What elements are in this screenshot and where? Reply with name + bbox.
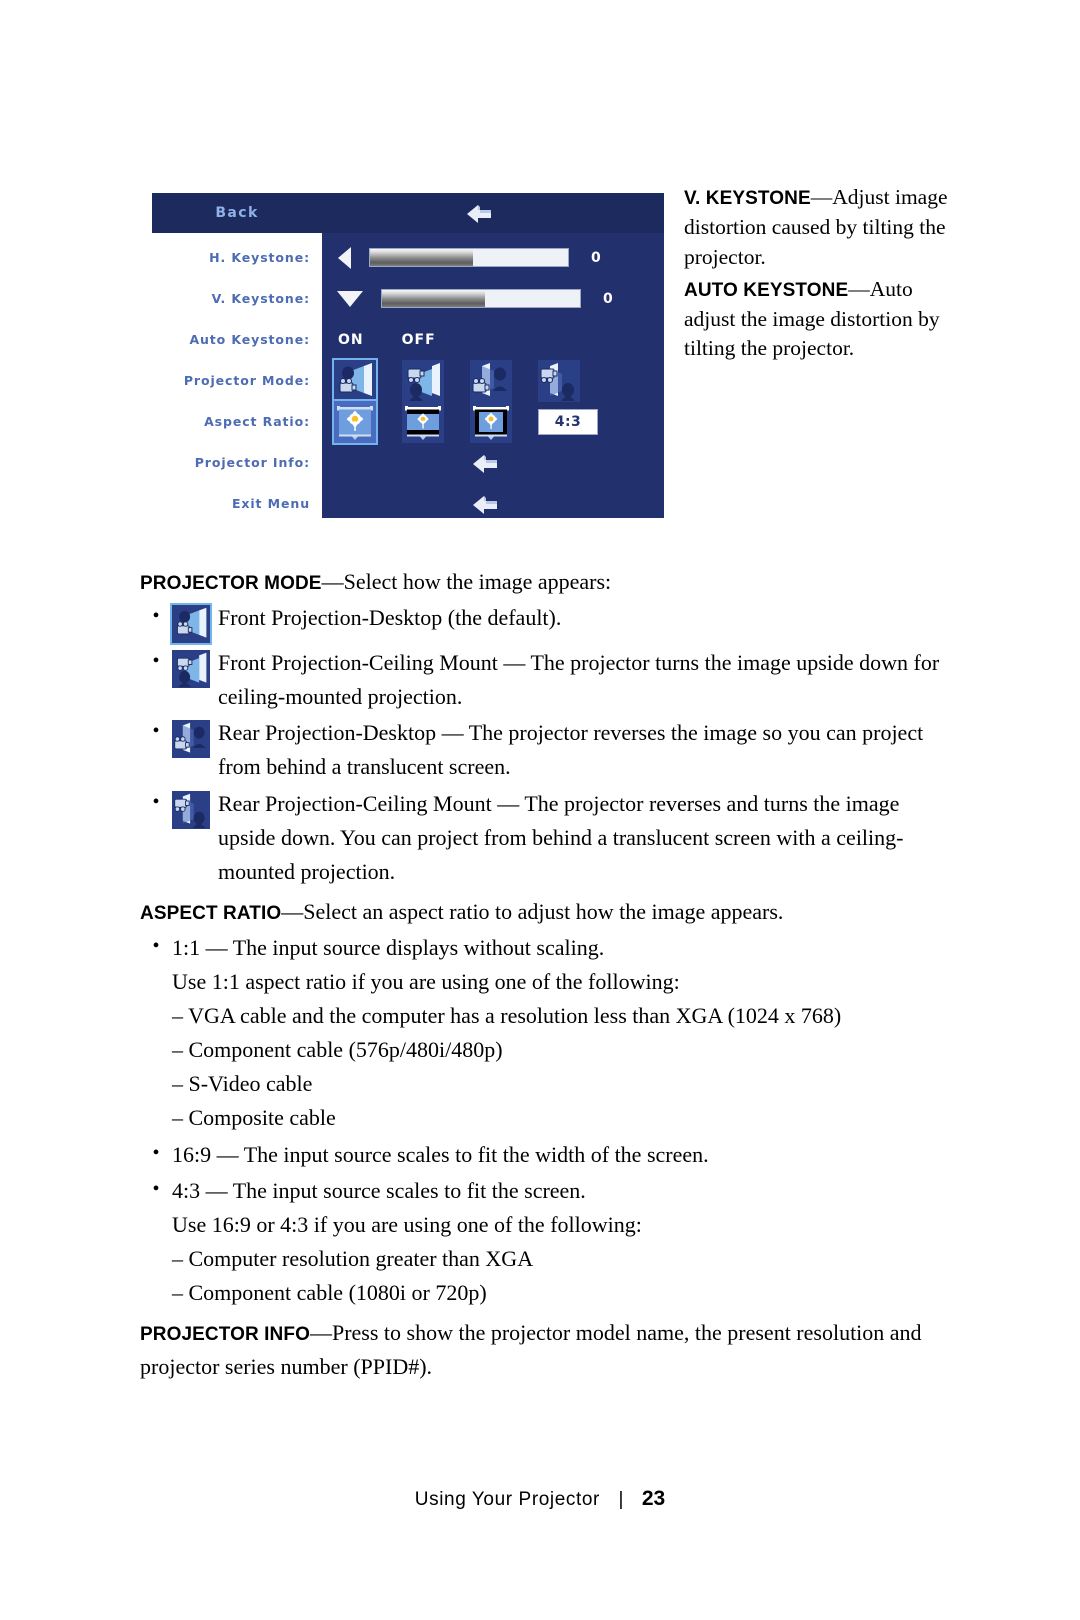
osd-menu: Back H. Keystone: V. Keystone: Auto Keys… xyxy=(152,193,664,518)
auto-keystone-on-label[interactable]: ON xyxy=(338,332,364,348)
bullet-marker: • xyxy=(152,790,160,813)
osd-row-aspect-ratio: 4:3 xyxy=(322,398,664,445)
rear-desktop-icon[interactable] xyxy=(470,359,512,402)
manual-page: Back H. Keystone: V. Keystone: Auto Keys… xyxy=(0,0,1080,1620)
ratio-169-43-item: – Component cable (1080i or 720p) xyxy=(172,1279,487,1305)
ratio-1-1-icon[interactable] xyxy=(332,398,378,445)
list-item-text: 16:9 — The input source scales to fit th… xyxy=(172,1141,709,1167)
ratio-169-43-use-note: Use 16:9 or 4:3 if you are using one of … xyxy=(172,1211,642,1237)
osd-body: H. Keystone: V. Keystone: Auto Keystone:… xyxy=(152,233,664,518)
list-item-text: Rear Projection-Desktop — The projector … xyxy=(218,720,924,780)
front-ceiling-icon[interactable] xyxy=(402,359,444,402)
aspect-ratio-options: 4:3 xyxy=(332,398,598,445)
osd-row-projector-mode xyxy=(322,357,664,404)
aspect-ratio-intro: —Select an aspect ratio to adjust how th… xyxy=(281,898,784,924)
aspect-ratio-value[interactable]: 4:3 xyxy=(538,408,598,435)
osd-control-column: 0 0 ON OFF 4:3 xyxy=(322,233,664,518)
osd-label-projector-info: Projector Info: xyxy=(194,455,310,470)
projector-mode-paragraph: PROJECTOR MODE—Select how the image appe… xyxy=(140,565,940,599)
bullet-marker: • xyxy=(152,1141,160,1164)
auto-keystone-toggle[interactable]: ON OFF xyxy=(338,332,436,348)
exit-menu-return-arrow-icon[interactable] xyxy=(470,493,500,515)
ratio-4-3-icon[interactable] xyxy=(470,400,512,443)
projector-info-paragraph: PROJECTOR INFO—Press to show the project… xyxy=(140,1316,940,1384)
rear-ceiling-icon xyxy=(172,787,218,889)
auto-keystone-description: AUTO KEYSTONE—Auto adjust the image dist… xyxy=(684,275,964,365)
list-item: • Front Projection-Desktop (the default)… xyxy=(140,601,940,646)
osd-header: Back xyxy=(152,193,664,233)
list-item: • 1:1 — The input source displays withou… xyxy=(140,931,940,965)
down-arrow-icon[interactable] xyxy=(337,290,363,307)
list-item-text: Front Projection-Ceiling Mount — The pro… xyxy=(218,650,940,710)
list-item-text: 4:3 — The input source scales to fit the… xyxy=(172,1177,586,1203)
ratio-1-1-item: – VGA cable and the computer has a resol… xyxy=(172,1003,842,1029)
osd-label-auto-keystone: Auto Keystone: xyxy=(189,332,310,347)
h-keystone-slider-fill xyxy=(370,249,473,266)
osd-label-aspect-ratio: Aspect Ratio: xyxy=(204,414,310,429)
osd-back-label[interactable]: Back xyxy=(152,205,322,221)
bullet-marker: • xyxy=(152,934,160,957)
ratio-1-1-item: – Composite cable xyxy=(172,1105,336,1131)
front-ceiling-icon xyxy=(172,646,218,714)
osd-label-exit-menu[interactable]: Exit Menu xyxy=(152,483,322,524)
bullet-marker: • xyxy=(152,605,160,628)
list-item: • Rear Projection-Ceiling Mount — The pr… xyxy=(140,787,940,889)
page-number: 23 xyxy=(641,1487,666,1510)
osd-row-h-keystone: 0 xyxy=(322,237,664,278)
osd-row-projector-info xyxy=(322,442,664,483)
return-arrow-icon[interactable] xyxy=(464,202,494,224)
h-keystone-slider[interactable] xyxy=(369,248,569,267)
ratio-1-1-use-note: Use 1:1 aspect ratio if you are using on… xyxy=(172,969,680,995)
osd-label-column: H. Keystone: V. Keystone: Auto Keystone:… xyxy=(152,233,322,518)
list-item-text: Rear Projection-Ceiling Mount — The proj… xyxy=(218,790,904,884)
bullet-marker: • xyxy=(152,1177,160,1200)
footer-section-label: Using Your Projector xyxy=(414,1489,600,1510)
v-keystone-term: V. KEYSTONE xyxy=(684,188,811,209)
ratio-16-9-icon[interactable] xyxy=(402,400,444,443)
left-arrow-icon[interactable] xyxy=(338,246,351,269)
ratio-1-1-item: – S-Video cable xyxy=(172,1071,313,1097)
front-desktop-icon xyxy=(170,601,218,646)
ratio-1-1-item: – Component cable (576p/480i/480p) xyxy=(172,1037,503,1063)
projector-mode-options xyxy=(332,357,580,404)
footer-separator: | xyxy=(618,1489,624,1510)
osd-label-projector-mode: Projector Mode: xyxy=(183,373,310,388)
osd-row-auto-keystone: ON OFF xyxy=(322,319,664,360)
list-item-text: Front Projection-Desktop (the default). xyxy=(218,605,562,631)
ratio-169-43-item: – Computer resolution greater than XGA xyxy=(172,1245,534,1271)
osd-label-v-keystone: V. Keystone: xyxy=(211,291,310,306)
rear-desktop-icon xyxy=(172,716,218,784)
side-text-column: V. KEYSTONE—Adjust image distortion caus… xyxy=(684,183,964,366)
v-keystone-value: 0 xyxy=(603,290,613,307)
list-item: • Rear Projection-Desktop — The projecto… xyxy=(140,716,940,784)
page-footer: Using Your Projector | 23 xyxy=(0,1487,1080,1511)
front-desktop-icon[interactable] xyxy=(332,357,378,404)
osd-label-h-keystone: H. Keystone: xyxy=(209,250,310,265)
projector-mode-intro: —Select how the image appears: xyxy=(321,569,612,594)
h-keystone-value: 0 xyxy=(591,249,601,266)
list-item-text: 1:1 — The input source displays without … xyxy=(172,934,605,960)
v-keystone-slider-fill xyxy=(382,290,485,307)
bullet-marker: • xyxy=(152,720,160,743)
list-item: • 4:3 — The input source scales to fit t… xyxy=(140,1174,940,1208)
auto-keystone-term: AUTO KEYSTONE xyxy=(684,279,849,301)
list-item: • Front Projection-Ceiling Mount — The p… xyxy=(140,646,940,714)
projector-info-return-arrow-icon[interactable] xyxy=(470,452,500,474)
v-keystone-slider[interactable] xyxy=(381,289,581,308)
main-body-text: PROJECTOR MODE—Select how the image appe… xyxy=(140,565,940,1384)
osd-row-exit-menu xyxy=(322,483,664,524)
projector-mode-term: PROJECTOR MODE xyxy=(140,573,322,594)
bullet-marker: • xyxy=(152,650,160,673)
aspect-ratio-paragraph: ASPECT RATIO—Select an aspect ratio to a… xyxy=(140,895,940,929)
osd-row-v-keystone: 0 xyxy=(322,278,664,319)
list-item: • 16:9 — The input source scales to fit … xyxy=(140,1138,940,1172)
rear-ceiling-icon[interactable] xyxy=(538,359,580,402)
auto-keystone-off-label[interactable]: OFF xyxy=(402,332,436,348)
projector-info-term: PROJECTOR INFO xyxy=(140,1323,310,1345)
aspect-ratio-term: ASPECT RATIO xyxy=(140,902,282,924)
v-keystone-description: V. KEYSTONE—Adjust image distortion caus… xyxy=(684,183,964,273)
